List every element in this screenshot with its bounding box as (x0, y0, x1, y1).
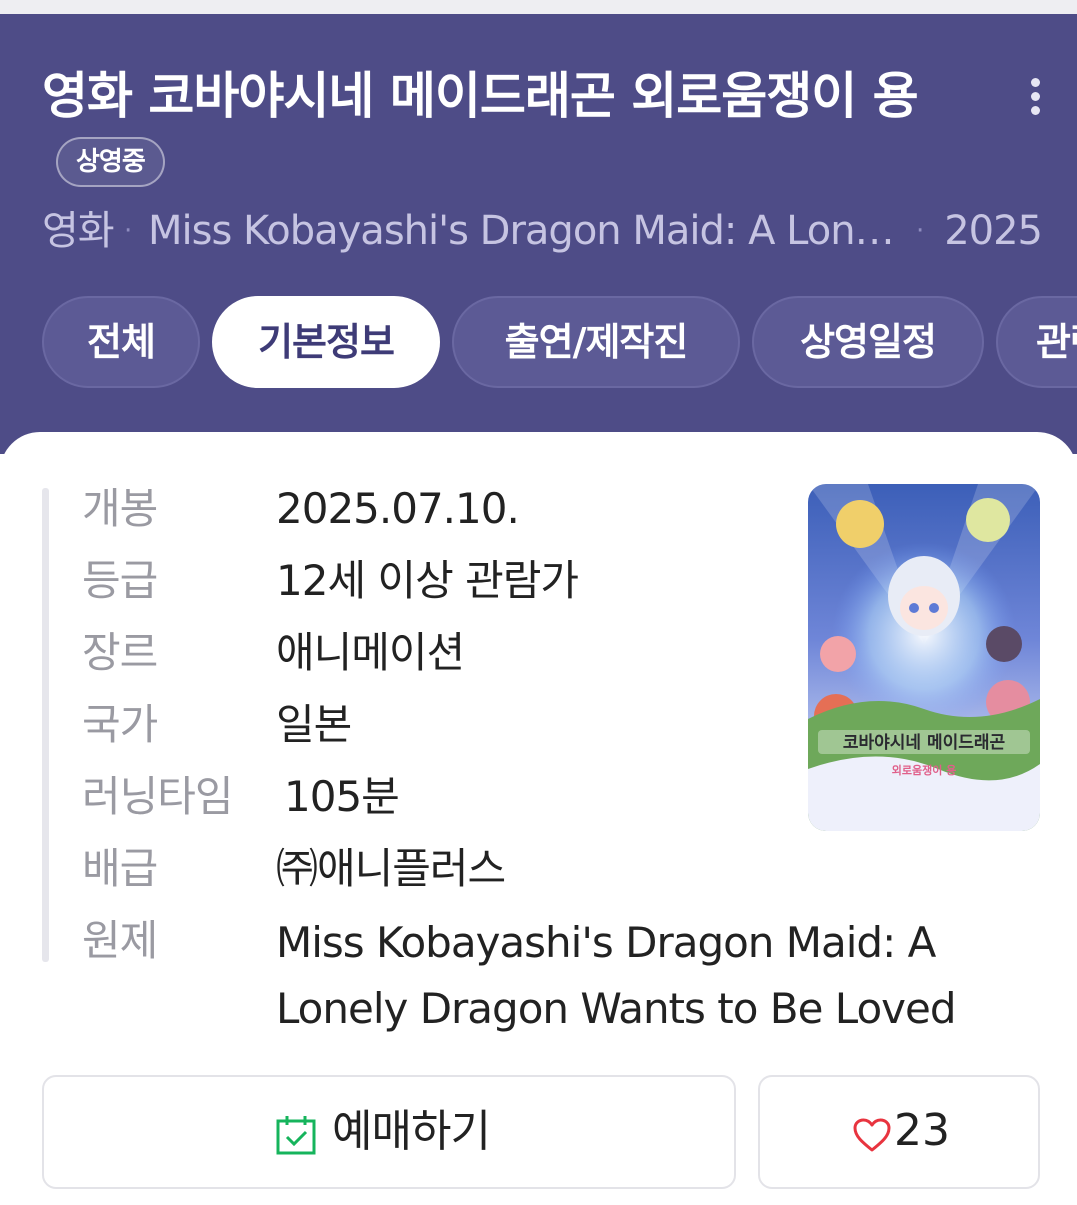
info-label: 개봉 (82, 484, 158, 533)
movie-original-title: Miss Kobayashi's Dragon Maid: A Lonely D… (148, 208, 908, 254)
heart-outline-icon (853, 1118, 891, 1152)
poster-logo-subtext: 외로움쟁이 용 (892, 763, 957, 777)
tab-schedule[interactable]: 상영일정 (752, 296, 984, 388)
book-ticket-button[interactable]: 예매하기 (42, 1075, 736, 1189)
info-label: 러닝타임 (82, 772, 234, 821)
page-title: 영화 코바야시네 메이드래곤 외로움쟁이 용상영중 (42, 62, 942, 198)
book-ticket-label: 예매하기 (332, 1106, 491, 1157)
tab-basic-info[interactable]: 기본정보 (212, 296, 440, 388)
info-label: 등급 (82, 556, 158, 605)
separator-dot: · (124, 216, 132, 246)
separator-dot: · (916, 216, 924, 246)
tab-cast-crew[interactable]: 출연/제작진 (452, 296, 740, 388)
more-vertical-icon[interactable] (1018, 72, 1054, 120)
status-badge: 상영중 (56, 136, 165, 187)
like-button[interactable]: 23 (758, 1075, 1040, 1189)
info-accent-bar (42, 488, 49, 962)
tab-all[interactable]: 전체 (42, 296, 200, 388)
status-bar-strip (0, 0, 1077, 14)
info-value: 2025.07.10. (276, 484, 520, 533)
info-value: ㈜애니플러스 (276, 844, 506, 893)
info-label: 원제 (82, 916, 158, 965)
info-value: 105분 (284, 772, 400, 821)
info-label: 배급 (82, 844, 158, 893)
movie-title: 영화 코바야시네 메이드래곤 외로움쟁이 용 (42, 67, 919, 125)
calendar-check-icon (276, 1116, 316, 1155)
movie-type: 영화 (42, 208, 115, 254)
movie-poster[interactable]: 코바야시네 메이드래곤 외로움쟁이 용 (808, 484, 1040, 831)
tab-bar: 전체 기본정보 출연/제작진 상영일정 관련 (42, 296, 1077, 388)
info-value: Miss Kobayashi's Dragon Maid: A Lonely D… (276, 918, 957, 1033)
info-value: 12세 이상 관람가 (276, 556, 579, 605)
movie-subtitle: 영화 · Miss Kobayashi's Dragon Maid: A Lon… (42, 204, 1043, 258)
info-label: 국가 (82, 700, 158, 749)
info-label: 장르 (82, 628, 158, 677)
tab-related[interactable]: 관련 (996, 296, 1077, 388)
info-value: 애니메이션 (276, 628, 465, 677)
movie-year: 2025 (944, 208, 1043, 254)
poster-logo-text: 코바야시네 메이드래곤 (843, 733, 1006, 753)
like-count: 23 (894, 1105, 950, 1156)
info-value: 일본 (276, 700, 352, 749)
